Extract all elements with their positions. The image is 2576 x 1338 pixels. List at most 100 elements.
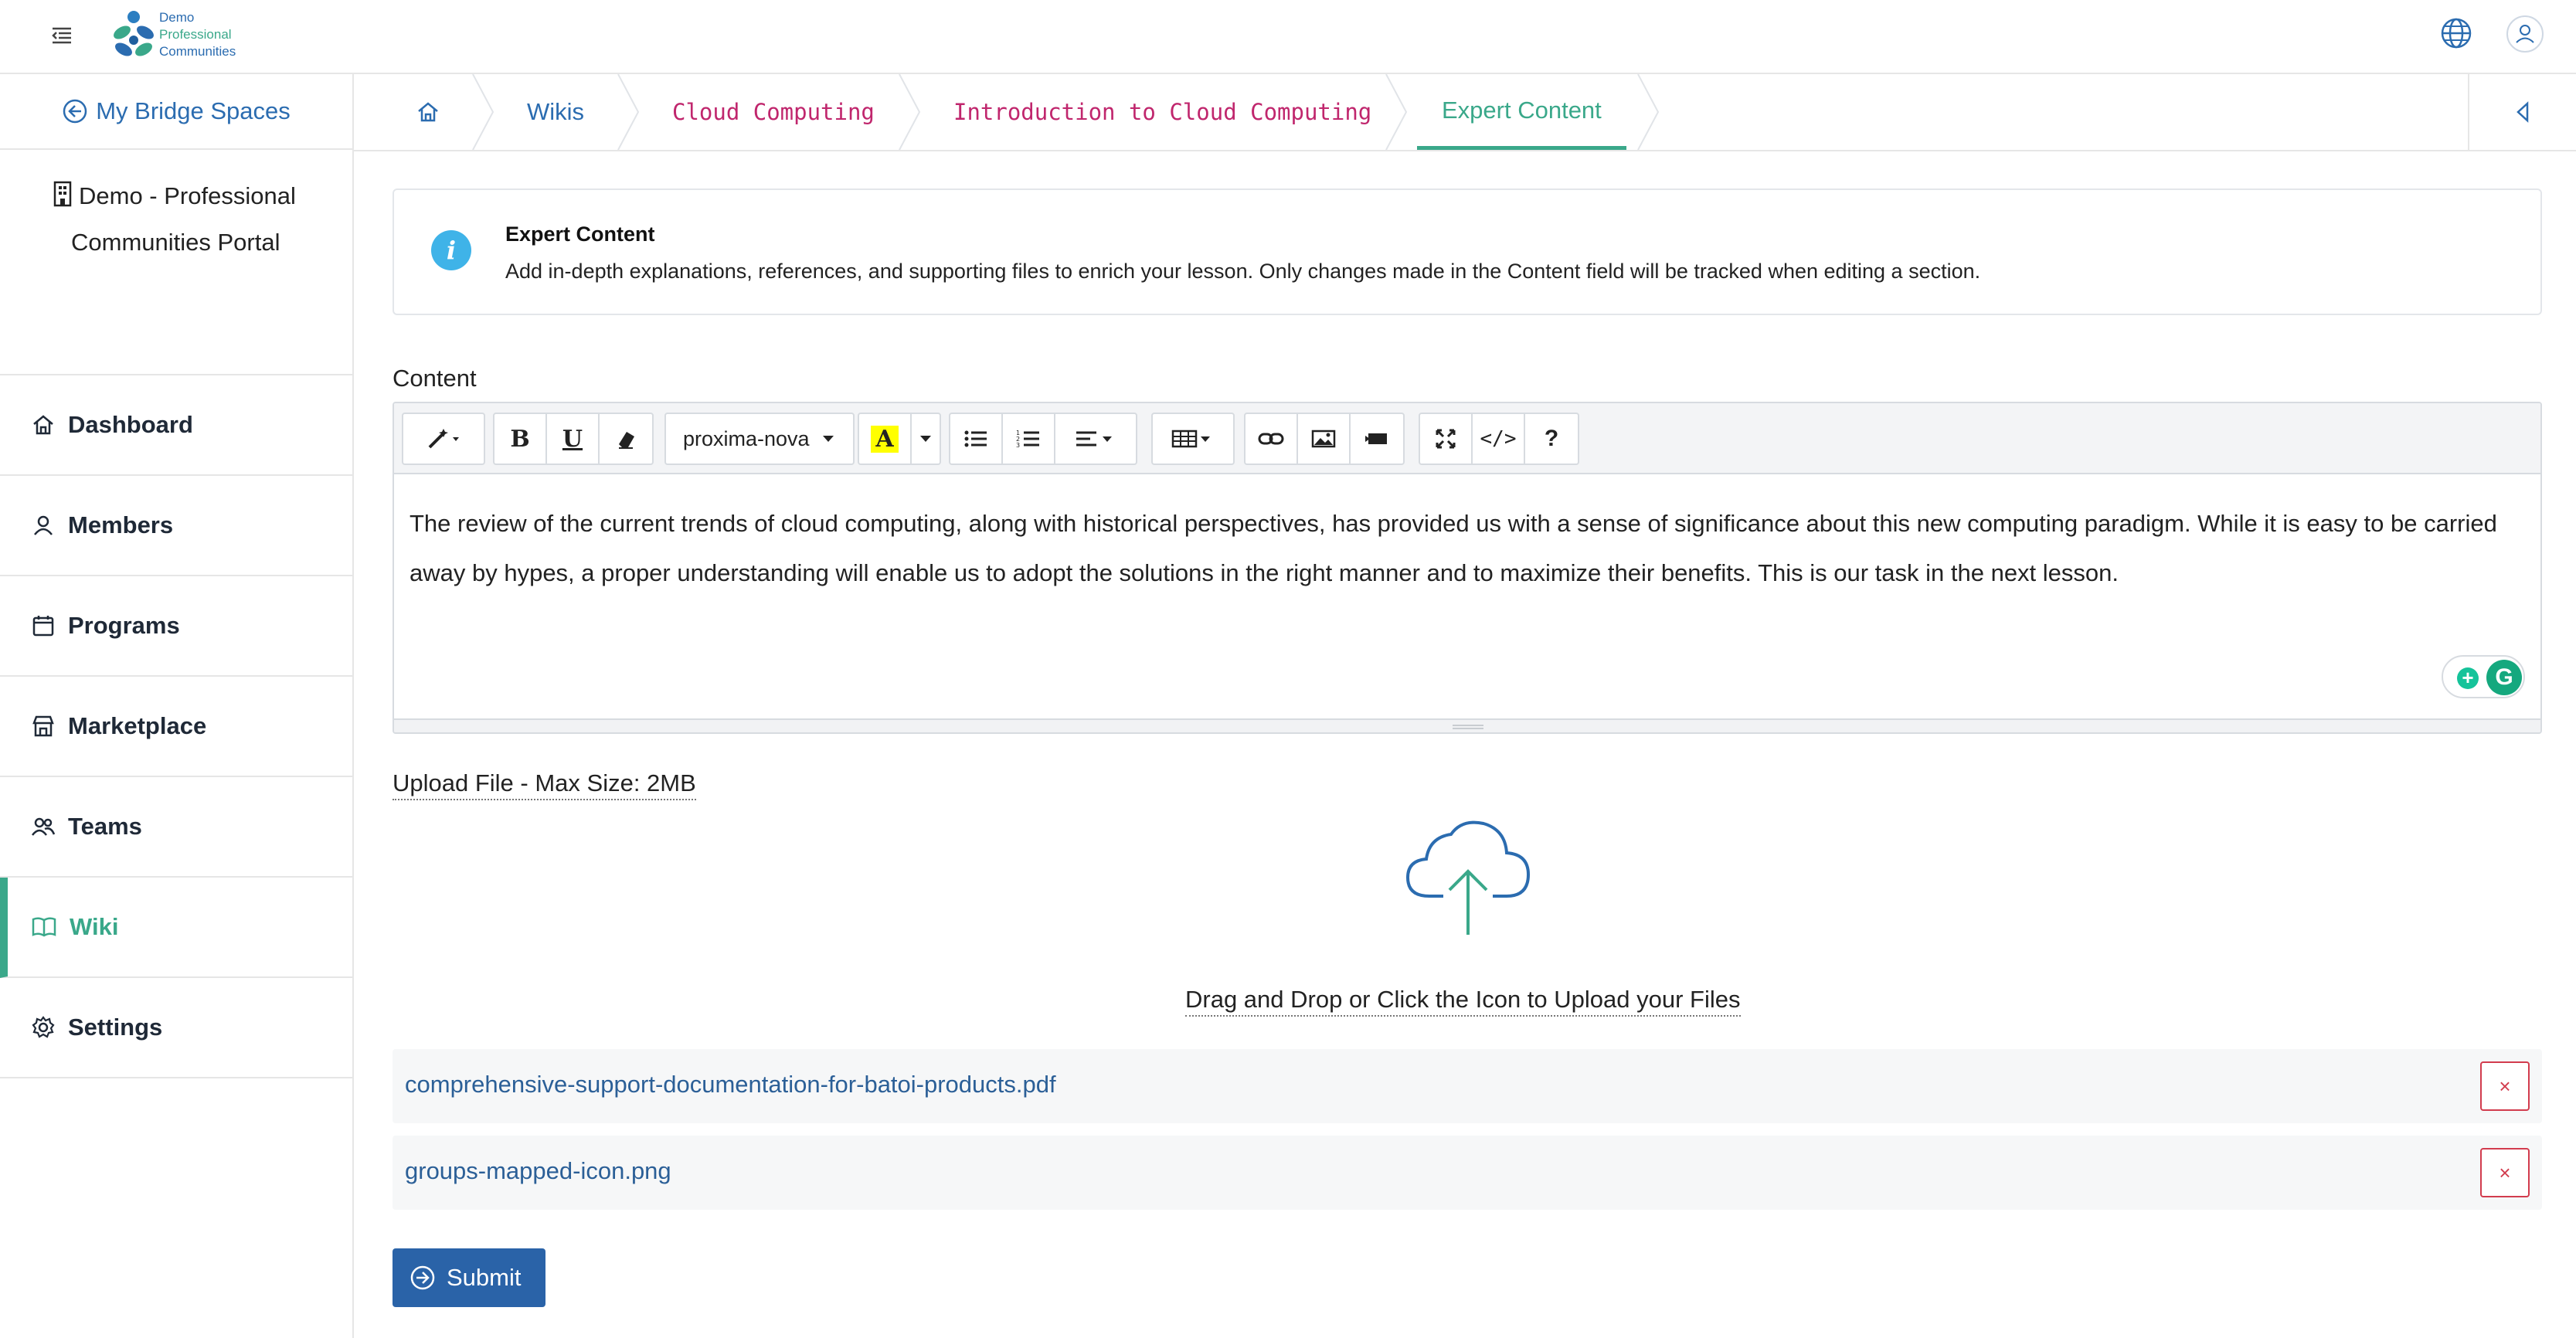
organization-name: Demo - Professional [53,181,296,210]
align-button[interactable] [1055,414,1136,464]
editor-content[interactable]: The review of the current trends of clou… [410,499,2511,598]
home-icon [418,102,438,122]
sidebar-item-dashboard[interactable]: Dashboard [0,375,352,476]
underline-button[interactable]: U [547,414,600,464]
grammarly-icon: G [2486,660,2522,695]
chevron-down-icon [920,436,931,442]
sidebar-item-members[interactable]: Members [0,476,352,576]
breadcrumb-introduction[interactable]: Introduction to Cloud Computing [953,74,1371,150]
breadcrumb-separator [1637,74,1660,150]
building-icon [53,181,72,207]
grammarly-widget[interactable]: + G [2442,655,2525,698]
numbered-list-button[interactable]: 123 [1003,414,1055,464]
user-menu-button[interactable] [2506,15,2544,53]
people-icon [32,817,56,836]
content-label: Content [393,365,477,392]
bullet-list-icon [964,430,987,447]
color-dropdown-button[interactable] [912,414,940,464]
list-item: groups-mapped-icon.png × [393,1136,2542,1210]
info-title: Expert Content [505,222,655,246]
font-group: proxima-nova [664,413,855,465]
collapse-panel-button[interactable] [2468,74,2576,150]
org-line1: Demo - Professional [79,182,296,209]
fullscreen-icon [1436,429,1456,449]
highlight-letter: A [871,425,899,453]
table-button[interactable] [1153,414,1233,464]
logo-line: Demo [159,10,195,25]
submit-label: Submit [447,1264,522,1291]
rich-text-editor: B U proxima-nova A 123 </> ? The review … [393,402,2542,734]
breadcrumb-cloud-computing[interactable]: Cloud Computing [672,74,875,150]
breadcrumb-wikis[interactable]: Wikis [527,74,584,150]
sidebar-item-label: Members [68,511,174,538]
logo-line: Communities [159,44,236,59]
bullet-list-button[interactable] [950,414,1003,464]
my-bridge-spaces-link[interactable]: My Bridge Spaces [0,74,352,150]
format-group: B U [493,413,654,465]
image-button[interactable] [1298,414,1351,464]
bold-button[interactable]: B [494,414,547,464]
video-icon [1365,433,1387,444]
breadcrumb-home[interactable] [416,74,440,150]
submit-button[interactable]: Submit [393,1248,545,1307]
eraser-icon [619,432,634,449]
image-icon [1311,430,1336,448]
breadcrumb-separator [617,74,640,150]
link-button[interactable] [1246,414,1298,464]
sidebar-item-settings[interactable]: Settings [0,978,352,1078]
sidebar-item-wiki[interactable]: Wiki [0,878,352,978]
arrow-circle-right-icon [410,1265,435,1290]
highlight-color-button[interactable]: A [859,414,912,464]
help-button[interactable]: ? [1525,414,1578,464]
upload-label: Upload File - Max Size: 2MB [393,769,696,800]
code-view-button[interactable]: </> [1473,414,1525,464]
drop-zone-text[interactable]: Drag and Drop or Click the Icon to Uploa… [1185,986,1741,1017]
resize-grip [1453,725,1483,729]
book-icon [32,917,56,937]
cloud-upload-icon[interactable] [1398,819,1538,942]
breadcrumb-expert-content[interactable]: Expert Content [1417,74,1626,150]
gear-icon [32,1016,55,1038]
editor-toolbar: B U proxima-nova A 123 </> ? [394,403,2540,474]
list-group: 123 [949,413,1137,465]
video-button[interactable] [1351,414,1403,464]
list-item: comprehensive-support-documentation-for-… [393,1049,2542,1123]
link-icon [1258,433,1284,445]
align-left-icon [1076,431,1112,447]
view-group: </> ? [1419,413,1579,465]
sidebar-item-label: Marketplace [68,712,207,739]
font-family-value: proxima-nova [683,426,810,450]
breadcrumb: Wikis Cloud Computing Introduction to Cl… [354,74,2576,151]
remove-file-button[interactable]: × [2480,1061,2530,1111]
file-link[interactable]: groups-mapped-icon.png [405,1157,671,1185]
fullscreen-button[interactable] [1420,414,1473,464]
sidebar-item-label: Programs [68,612,180,639]
sidebar-item-marketplace[interactable]: Marketplace [0,677,352,777]
eraser-button[interactable] [600,414,652,464]
editor-resize-handle[interactable] [394,718,2540,732]
sidebar-item-label: Dashboard [68,411,193,438]
color-group: A [858,413,941,465]
breadcrumb-separator [1385,74,1408,150]
top-bar: Demo Professional Communities [0,0,2576,74]
magic-style-button[interactable] [403,414,484,464]
font-family-select[interactable]: proxima-nova [666,414,853,464]
logo-text: Demo Professional Communities [159,9,236,60]
chevron-down-icon [822,436,834,442]
hamburger-icon[interactable] [48,22,76,49]
insert-group [1244,413,1405,465]
sidebar-item-label: Wiki [70,913,119,940]
table-group [1151,413,1235,465]
remove-file-button[interactable]: × [2480,1148,2530,1197]
grammarly-plus-icon: + [2457,667,2479,689]
info-icon: i [431,230,471,270]
file-link[interactable]: comprehensive-support-documentation-for-… [405,1071,1056,1099]
sidebar-item-teams[interactable]: Teams [0,777,352,878]
magic-wand-icon [428,429,459,449]
breadcrumb-separator [899,74,921,150]
globe-icon[interactable] [2438,15,2474,51]
logo-line: Professional [159,27,232,42]
sidebar-item-programs[interactable]: Programs [0,576,352,677]
sidebar-item-label: Settings [68,1014,163,1041]
back-circle-icon [63,99,87,124]
